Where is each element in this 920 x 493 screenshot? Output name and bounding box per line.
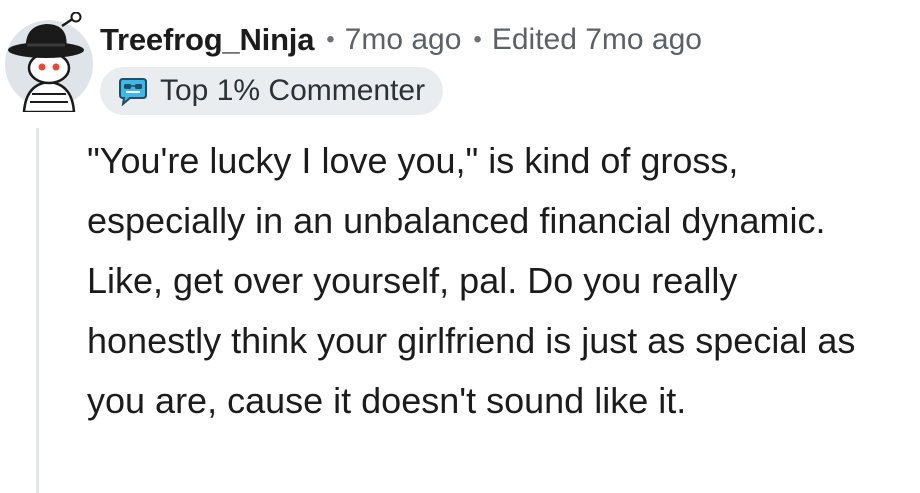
comment-meta: Treefrog_Ninja • 7mo ago • Edited 7mo ag… xyxy=(100,18,702,62)
timestamp[interactable]: 7mo ago xyxy=(345,23,462,57)
username-link[interactable]: Treefrog_Ninja xyxy=(100,22,314,58)
comment-body: "You're lucky I love you," is kind of gr… xyxy=(87,140,856,421)
separator-dot: • xyxy=(326,26,335,53)
thread-line[interactable] xyxy=(36,128,39,493)
edited-label: Edited 7mo ago xyxy=(491,23,702,56)
top-commenter-badge-icon xyxy=(116,76,150,107)
flair-label: Top 1% Commenter xyxy=(160,74,426,107)
separator-dot: • xyxy=(473,26,482,53)
user-avatar-icon[interactable] xyxy=(2,11,96,114)
user-flair[interactable]: Top 1% Commenter xyxy=(100,67,444,115)
